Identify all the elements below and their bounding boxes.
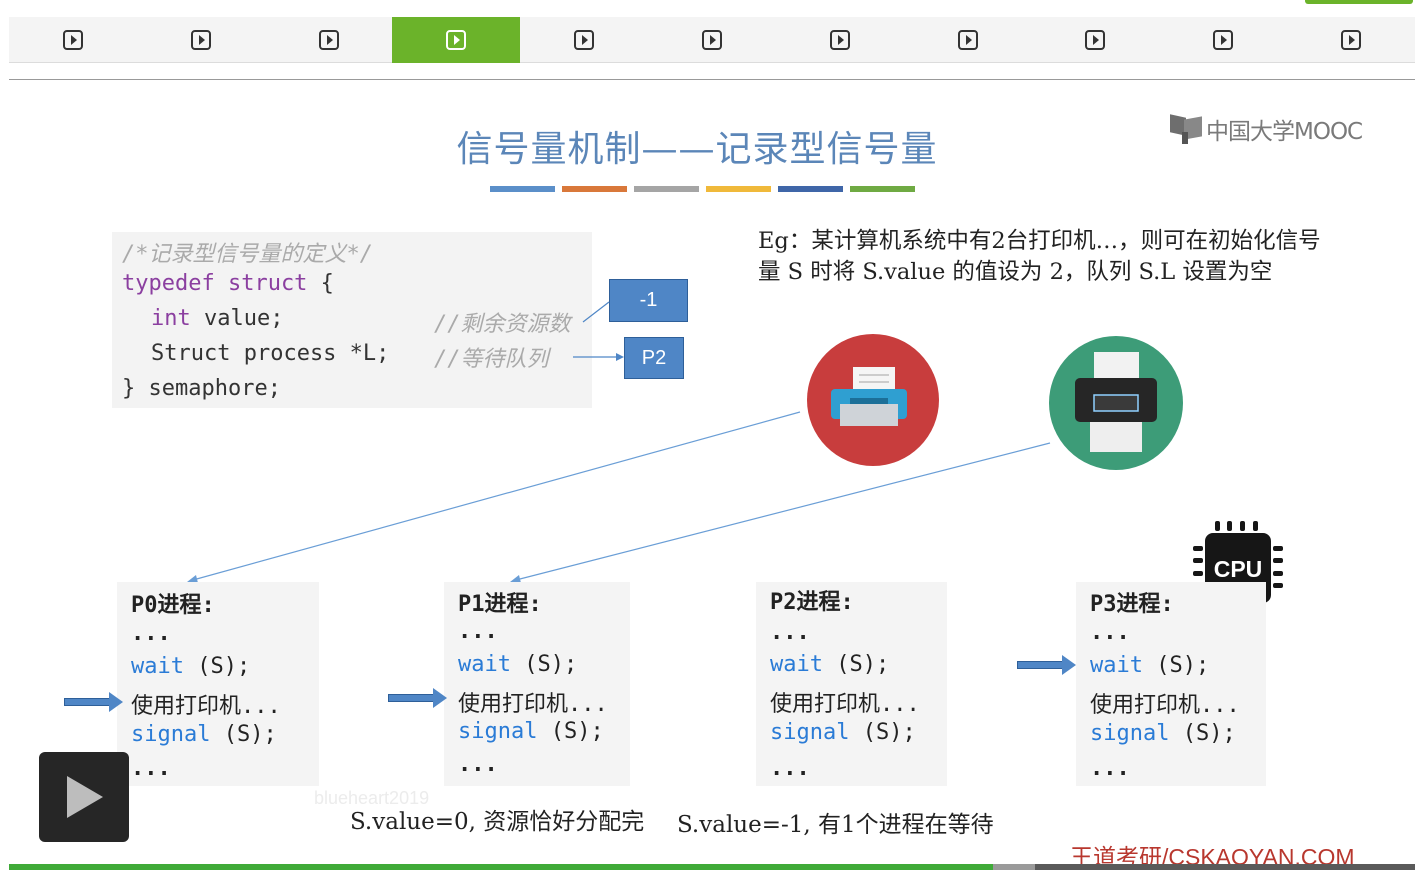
process-ellipsis: ... bbox=[458, 619, 498, 644]
signal-fn: signal bbox=[1090, 721, 1170, 746]
signal-fn: signal bbox=[131, 722, 211, 747]
caption-value-minus-one: S.value=-1, 有1个进程在等待 bbox=[677, 812, 994, 838]
wait-arg: (S); bbox=[510, 652, 578, 677]
signal-fn: signal bbox=[770, 720, 850, 745]
process-use-line: 使用打印机... bbox=[770, 692, 920, 717]
video-progress-bar[interactable] bbox=[9, 864, 1415, 870]
exec-pointer-arrow-p1 bbox=[388, 688, 447, 708]
play-button[interactable] bbox=[39, 752, 129, 842]
wait-fn: wait bbox=[1090, 653, 1143, 678]
process-box-p2: P2进程: ... wait (S); 使用打印机... signal (S);… bbox=[756, 582, 947, 786]
process-use-line: 使用打印机... bbox=[1090, 693, 1240, 718]
process-box-p1: P1进程: ... wait (S); 使用打印机... signal (S);… bbox=[444, 582, 630, 786]
value-pointer-arrow bbox=[582, 301, 610, 323]
caption-value-zero: S.value=0, 资源恰好分配完 bbox=[350, 809, 645, 835]
printer-to-p1-arrow bbox=[510, 442, 1051, 583]
progress-buffered bbox=[993, 864, 1035, 870]
process-ellipsis: ... bbox=[131, 756, 171, 781]
process-ellipsis: ... bbox=[770, 756, 810, 781]
queue-pointer-arrow bbox=[573, 353, 624, 361]
process-wait-line: wait (S); bbox=[131, 654, 250, 679]
printer-red-icon bbox=[807, 334, 939, 466]
process-ellipsis: ... bbox=[1090, 756, 1130, 781]
process-ellipsis: ... bbox=[131, 621, 171, 646]
process-wait-line: wait (S); bbox=[1090, 653, 1209, 678]
process-ellipsis: ... bbox=[770, 620, 810, 645]
exec-pointer-arrow-p0 bbox=[64, 692, 123, 712]
signal-fn: signal bbox=[458, 719, 538, 744]
process-signal-line: signal (S); bbox=[770, 720, 916, 745]
process-signal-line: signal (S); bbox=[458, 719, 604, 744]
wait-arg: (S); bbox=[183, 654, 251, 679]
wait-arg: (S); bbox=[1142, 653, 1210, 678]
process-use-line: 使用打印机... bbox=[458, 692, 608, 717]
cpu-label: CPU bbox=[1214, 556, 1263, 582]
process-use-line: 使用打印机... bbox=[131, 694, 281, 719]
exec-pointer-arrow-p3 bbox=[1017, 655, 1076, 675]
process-signal-line: signal (S); bbox=[1090, 721, 1236, 746]
wait-fn: wait bbox=[131, 654, 184, 679]
process-name: P3进程: bbox=[1090, 592, 1174, 617]
signal-arg: (S); bbox=[537, 719, 604, 744]
process-name: P1进程: bbox=[458, 592, 542, 617]
process-ellipsis: ... bbox=[1090, 620, 1130, 645]
wait-arg: (S); bbox=[822, 652, 890, 677]
progress-played bbox=[9, 864, 993, 870]
process-box-p3: P3进程: ... wait (S); 使用打印机... signal (S);… bbox=[1076, 582, 1266, 786]
process-ellipsis: ... bbox=[458, 752, 498, 777]
process-name: P2进程: bbox=[770, 590, 854, 615]
process-box-p0: P0进程: ... wait (S); 使用打印机... signal (S);… bbox=[117, 582, 319, 786]
printer-to-p0-arrow bbox=[187, 411, 801, 583]
process-signal-line: signal (S); bbox=[131, 722, 277, 747]
signal-arg: (S); bbox=[849, 720, 916, 745]
wait-fn: wait bbox=[458, 652, 511, 677]
process-name: P0进程: bbox=[131, 593, 215, 618]
process-wait-line: wait (S); bbox=[458, 652, 577, 677]
wait-fn: wait bbox=[770, 652, 823, 677]
signal-arg: (S); bbox=[1169, 721, 1236, 746]
printer-teal-icon bbox=[1049, 336, 1183, 470]
process-wait-line: wait (S); bbox=[770, 652, 889, 677]
signal-arg: (S); bbox=[210, 722, 277, 747]
